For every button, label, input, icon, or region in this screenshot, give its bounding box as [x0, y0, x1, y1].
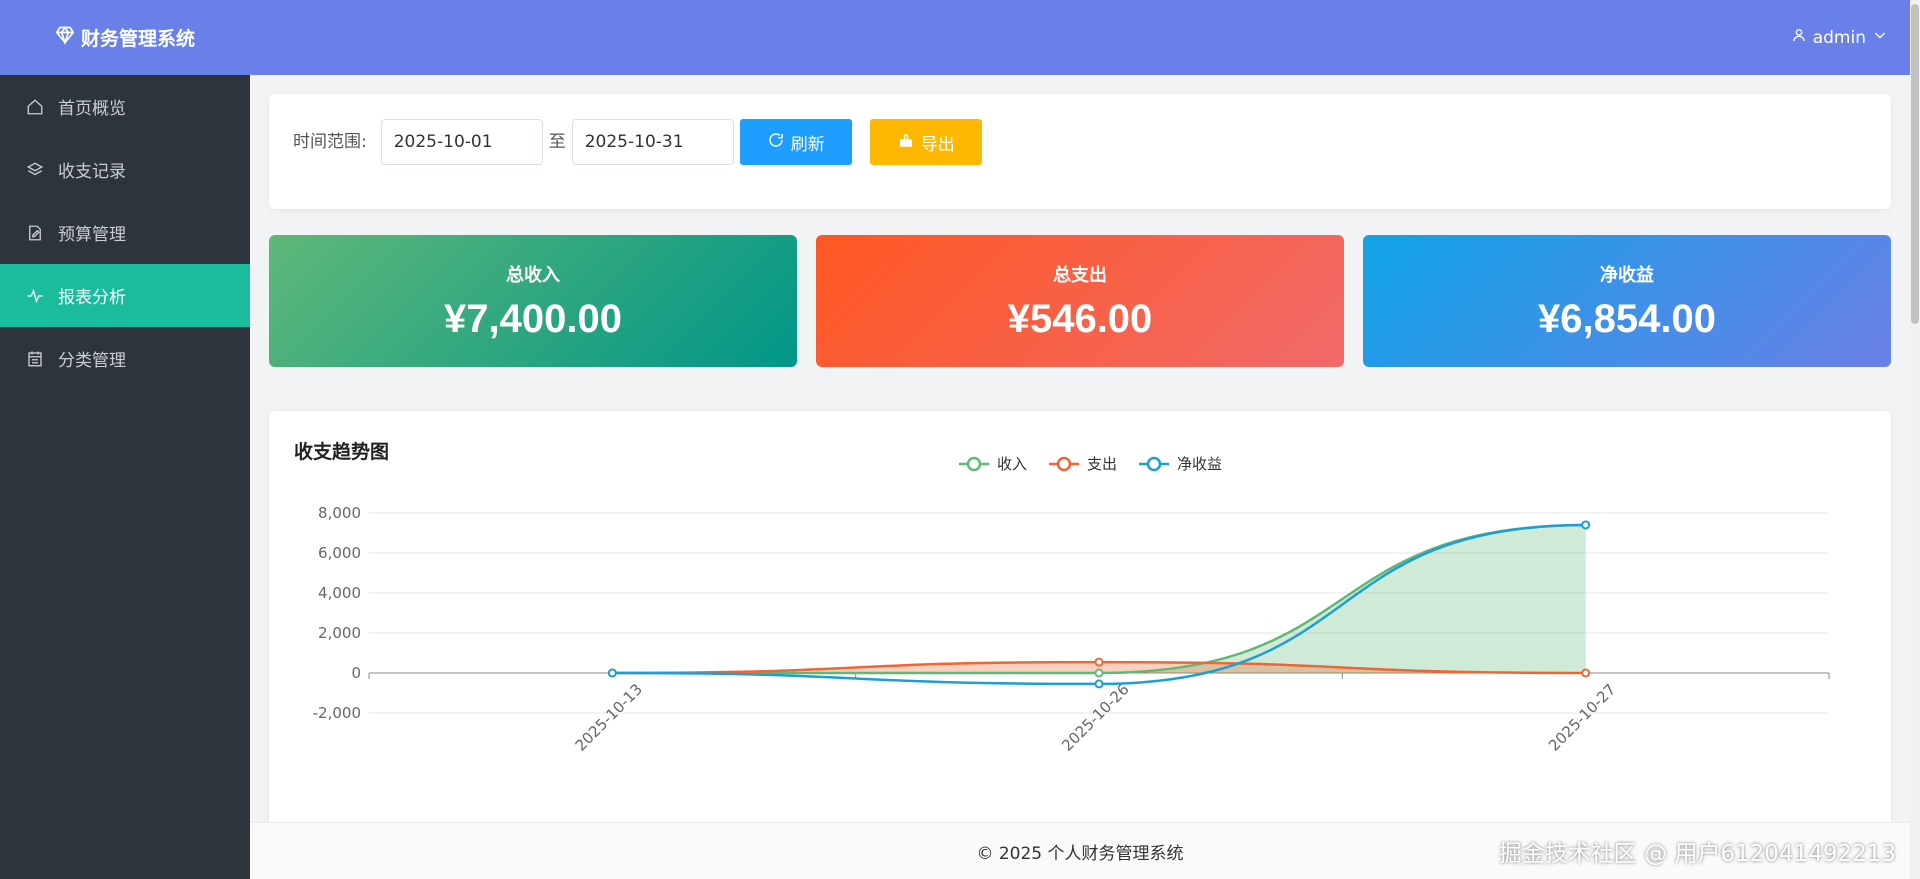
- legend-marker: [1056, 456, 1072, 472]
- scrollbar-thumb[interactable]: [1911, 4, 1919, 324]
- calendar-icon: [26, 350, 44, 368]
- stat-label: 总支出: [1053, 264, 1107, 286]
- start-date-input[interactable]: [380, 119, 543, 165]
- x-tick-label: 2025-10-13: [572, 680, 646, 754]
- legend-label: 收入: [997, 455, 1027, 473]
- y-tick-label: 2,000: [318, 624, 361, 642]
- sidebar-item-home[interactable]: 首页概览: [0, 75, 250, 138]
- sidebar-item-records[interactable]: 收支记录: [0, 138, 250, 201]
- watermark-text: 掘金技术社区 @ 用户612041492213: [1498, 840, 1896, 867]
- diamond-icon: [55, 25, 75, 50]
- sidebar-item-label: 首页概览: [58, 99, 126, 119]
- refresh-label: 刷新: [790, 134, 825, 155]
- brand[interactable]: 财务管理系统: [0, 0, 250, 75]
- user-menu[interactable]: admin: [1791, 27, 1888, 48]
- total-income-card: 总收入 ¥7,400.00: [269, 235, 797, 367]
- stat-value: ¥7,400.00: [444, 296, 622, 341]
- net-income-card: 净收益 ¥6,854.00: [1363, 235, 1891, 367]
- y-tick-label: 6,000: [318, 544, 361, 562]
- sidebar-item-label: 收支记录: [58, 162, 126, 182]
- username: admin: [1812, 27, 1866, 48]
- sidebar-item-label: 预算管理: [58, 225, 126, 245]
- footer-text: © 2025 个人财务管理系统: [976, 843, 1184, 864]
- y-tick-label: 0: [351, 664, 361, 682]
- sidebar-item-reports[interactable]: 报表分析: [0, 264, 250, 327]
- top-header: admin: [250, 0, 1910, 75]
- export-icon: [897, 131, 915, 154]
- trend-chart: -2,000 0 2,000 4,000 6,000 8,000 2025-10-13 202…: [313, 455, 1830, 755]
- x-tick-label: 2025-10-27: [1545, 680, 1619, 754]
- date-range-separator: 至: [548, 132, 566, 152]
- filter-card: 时间范围: 至 刷新 导出: [269, 94, 1891, 209]
- data-point: [607, 668, 617, 678]
- end-date-input[interactable]: [571, 119, 734, 165]
- layers-icon: [26, 161, 44, 179]
- sidebar-item-categories[interactable]: 分类管理: [0, 327, 250, 390]
- stat-label: 总收入: [506, 264, 560, 286]
- date-range-label: 时间范围:: [293, 132, 367, 152]
- stats-row: 总收入 ¥7,400.00 总支出 ¥546.00 净收益 ¥6,854.00: [269, 235, 1891, 367]
- total-expense-card: 总支出 ¥546.00: [816, 235, 1344, 367]
- y-tick-label: 4,000: [318, 584, 361, 602]
- y-tick-label: 8,000: [318, 504, 361, 522]
- trend-chart-card: 收支趋势图 -2,000 0 2,000 4,000 6,000 8,000 2025-10…: [269, 411, 1891, 879]
- legend-marker: [966, 456, 982, 472]
- data-point: [1581, 668, 1591, 678]
- sidebar-nav: 首页概览 收支记录 预算管理 报表分析 分类管理: [0, 75, 250, 390]
- home-icon: [26, 98, 44, 116]
- stat-value: ¥546.00: [1007, 296, 1153, 341]
- watermark: 掘金技术社区 @ 用户612041492213: [1499, 822, 1896, 879]
- refresh-icon: [767, 131, 785, 154]
- data-point: [1094, 668, 1104, 678]
- page-scrollbar[interactable]: [1910, 0, 1920, 879]
- edit-document-icon: [26, 224, 44, 242]
- export-label: 导出: [920, 134, 955, 155]
- legend-marker: [1146, 456, 1162, 472]
- data-point: [1094, 657, 1104, 667]
- sidebar-item-budget[interactable]: 预算管理: [0, 201, 250, 264]
- main-content: 时间范围: 至 刷新 导出 总收入 ¥7,400.00 总支出 ¥546.00 …: [250, 75, 1910, 879]
- sidebar: 财务管理系统 首页概览 收支记录 预算管理 报表分析 分类管理: [0, 0, 250, 879]
- y-tick-label: -2,000: [313, 704, 361, 722]
- legend-label: 净收益: [1177, 455, 1222, 473]
- legend-label: 支出: [1087, 455, 1117, 473]
- refresh-button[interactable]: 刷新: [739, 119, 852, 165]
- data-point: [1094, 679, 1104, 689]
- stat-label: 净收益: [1600, 264, 1654, 286]
- chevron-down-icon: [1872, 27, 1888, 48]
- sidebar-item-label: 报表分析: [58, 288, 126, 308]
- stat-value: ¥6,854.00: [1538, 296, 1716, 341]
- sidebar-item-label: 分类管理: [58, 351, 126, 371]
- data-point: [1581, 520, 1591, 530]
- export-button[interactable]: 导出: [869, 119, 982, 165]
- app-title: 财务管理系统: [80, 28, 195, 50]
- x-tick-label: 2025-10-26: [1058, 680, 1132, 754]
- user-icon: [1791, 27, 1807, 48]
- pulse-icon: [26, 287, 44, 305]
